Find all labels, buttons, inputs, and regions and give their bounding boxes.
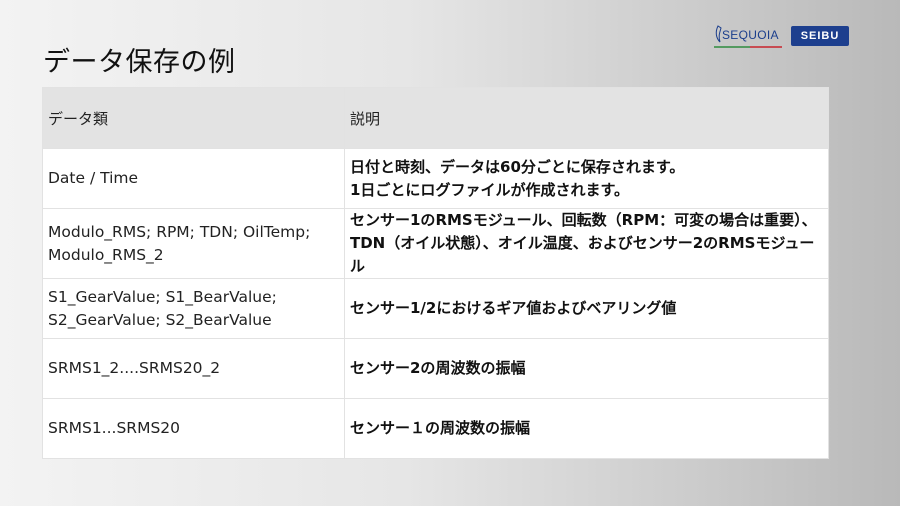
header-data-type: データ類 [42,87,345,149]
data-type-cell: SRMS1...SRMS20 [42,398,345,459]
data-type-cell: Date / Time [42,148,345,209]
logo-area: SEQUOIA SEIBU [712,22,852,58]
sequoia-logo-text: SEQUOIA [722,28,779,42]
sequoia-logo: SEQUOIA [712,22,788,56]
data-table: データ類 説明 Date / Time 日付と時刻、データは60分ごとに保存され… [42,87,829,459]
description-cell: センサー2の周波数の振幅 [344,338,829,399]
table-row: Date / Time 日付と時刻、データは60分ごとに保存されます。 1日ごと… [42,148,829,209]
table-row: SRMS1_2....SRMS20_2 センサー2の周波数の振幅 [42,338,829,399]
seibu-logo: SEIBU [791,26,849,46]
description-cell: センサー1のRMSモジュール、回転数（RPM：可変の場合は重要）、TDN（オイル… [344,208,829,279]
data-type-cell: S1_GearValue; S1_BearValue; S2_GearValue… [42,278,345,339]
table-header-row: データ類 説明 [42,87,829,149]
table-row: SRMS1...SRMS20 センサー１の周波数の振幅 [42,398,829,459]
table-row: S1_GearValue; S1_BearValue; S2_GearValue… [42,278,829,339]
header-description: 説明 [344,87,829,149]
data-type-cell: Modulo_RMS; RPM; TDN; OilTemp; Modulo_RM… [42,208,345,279]
data-type-cell: SRMS1_2....SRMS20_2 [42,338,345,399]
description-cell: 日付と時刻、データは60分ごとに保存されます。 1日ごとにログファイルが作成され… [344,148,829,209]
slide-title: データ保存の例 [43,47,236,78]
description-cell: センサー1/2におけるギア値およびベアリング値 [344,278,829,339]
table-row: Modulo_RMS; RPM; TDN; OilTemp; Modulo_RM… [42,208,829,279]
description-cell: センサー１の周波数の振幅 [344,398,829,459]
